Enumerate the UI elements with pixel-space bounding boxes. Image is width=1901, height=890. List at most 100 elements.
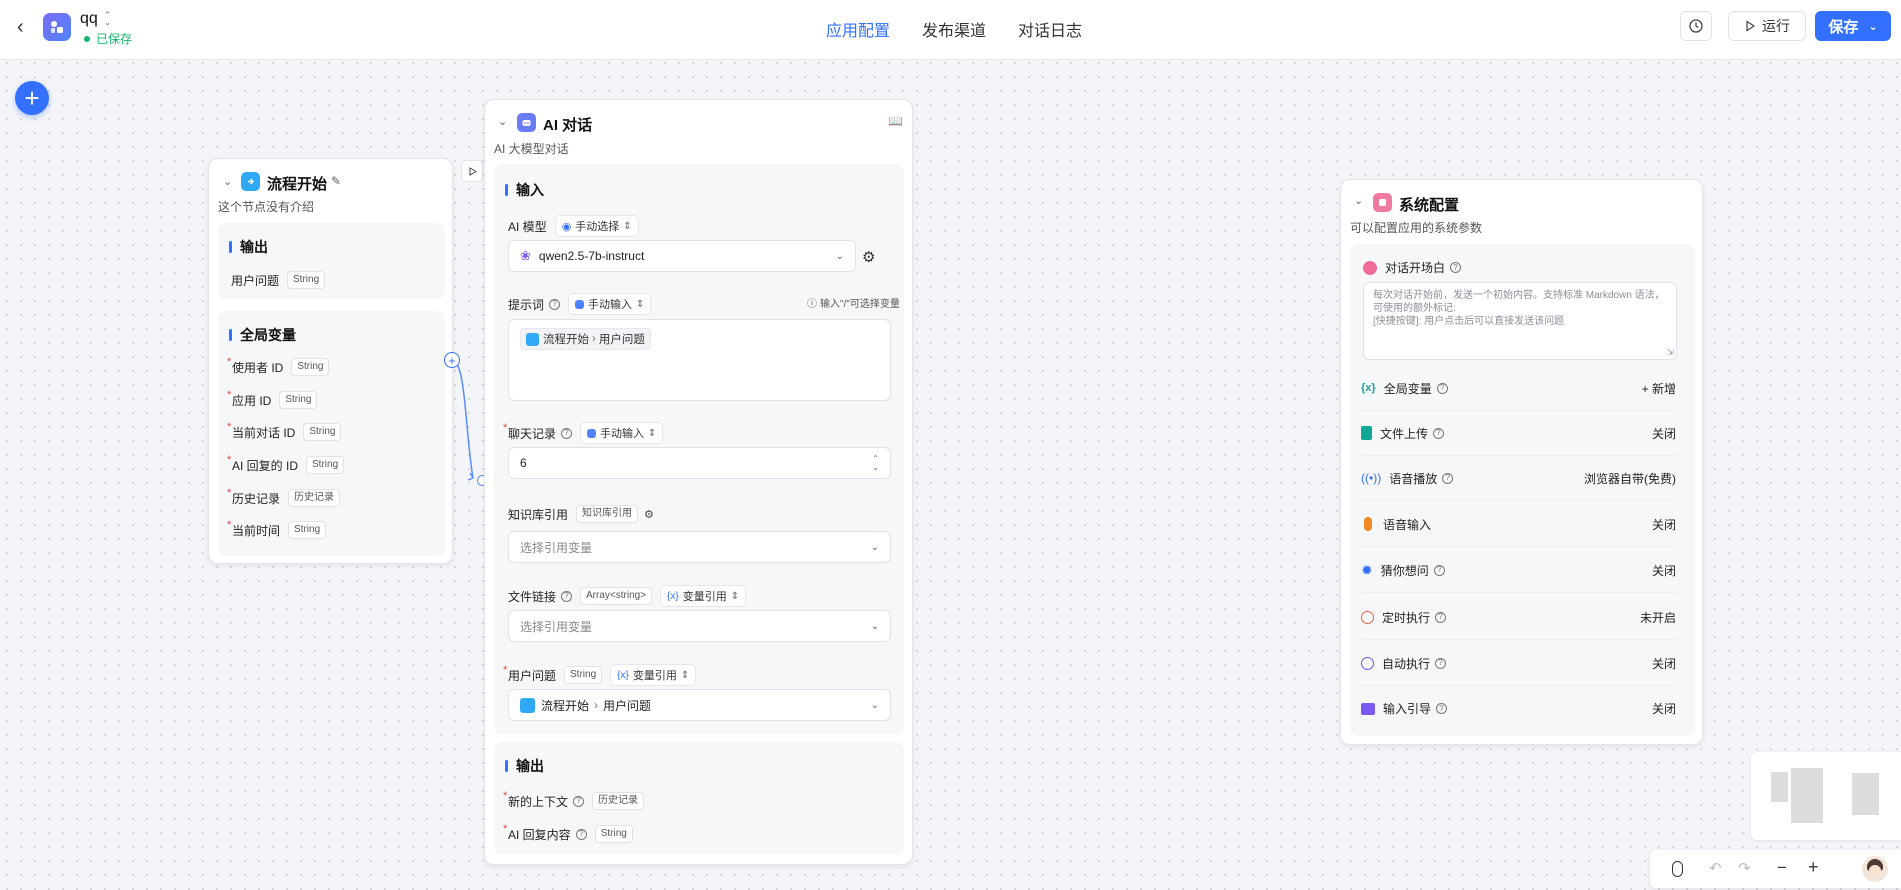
help-icon[interactable]: ?: [1433, 427, 1445, 439]
top-bar: ‹ qq ⌃ ⌄ 已保存 应用配置 发布渠道 对话日志 运行 保存 ⌄: [0, 0, 1901, 60]
sort-icon: ⇕: [730, 590, 740, 602]
sort-icon: ⇕: [648, 427, 657, 439]
sys-row-input-guide[interactable]: 输入引导 ? 关闭: [1361, 686, 1676, 731]
add-connection-handle[interactable]: +: [444, 352, 460, 368]
help-icon[interactable]: ?: [1435, 657, 1447, 669]
docs-book-icon[interactable]: 📖: [888, 114, 903, 128]
history-number-input[interactable]: 6 ⌃ ⌄: [508, 447, 891, 479]
help-icon[interactable]: ?: [1433, 564, 1445, 576]
sys-row-value: 关闭: [1651, 517, 1676, 532]
app-name: qq: [80, 10, 98, 27]
sys-row-label: 语音输入: [1383, 517, 1432, 532]
output-field: 用户问题 String: [231, 271, 326, 289]
sys-row-value[interactable]: + 新增: [1642, 380, 1676, 397]
help-icon[interactable]: ?: [549, 298, 561, 310]
play-icon: [469, 166, 477, 176]
broadcast-icon: ((•)): [1361, 471, 1382, 485]
help-icon[interactable]: ?: [1436, 382, 1448, 394]
back-arrow-icon[interactable]: ‹: [17, 16, 24, 39]
help-icon[interactable]: ?: [1442, 472, 1454, 484]
system-config-node[interactable]: ⌄ 系统配置 可以配置应用的系统参数 对话开场白 ? 每次对话开始前，发送一个初…: [1340, 179, 1703, 745]
opening-textarea[interactable]: 每次对话开始前，发送一个初始内容。支持标准 Markdown 语法， 可使用的额…: [1363, 282, 1677, 360]
model-select[interactable]: ❀ qwen2.5-7b-instruct ⌄: [508, 240, 856, 272]
file-link-label: 文件链接: [508, 589, 557, 604]
debug-run-node-button[interactable]: [461, 160, 483, 182]
sys-row-scheduled-run[interactable]: 定时执行 ? 未开启: [1361, 595, 1676, 640]
opening-placeholder-line: 可使用的额外标记:: [1373, 303, 1456, 314]
resize-handle-icon[interactable]: ⇲: [1666, 346, 1674, 359]
prompt-hint-label: 输入"/"可选择变量: [820, 299, 900, 310]
save-button[interactable]: 保存 ⌄: [1815, 11, 1891, 41]
number-stepper-icon[interactable]: ⌃ ⌄: [872, 454, 879, 472]
tab-publish-channel[interactable]: 发布渠道: [922, 17, 986, 41]
help-icon[interactable]: ?: [573, 795, 585, 807]
ai-output-row: 新的上下文? 历史记录: [503, 790, 645, 810]
auto-run-icon: [1361, 656, 1374, 670]
sys-row-value: 关闭: [1651, 702, 1676, 716]
sys-row-label: 输入引导: [1383, 702, 1432, 716]
help-icon[interactable]: ?: [561, 590, 573, 602]
global-var-row: AI 回复的 ID String: [227, 454, 345, 474]
model-mode-select[interactable]: ◉ 手动选择 ⇕: [554, 215, 639, 237]
sys-row-voice-input[interactable]: 语音输入 关闭: [1361, 502, 1676, 547]
redo-icon[interactable]: ↷: [1738, 859, 1751, 877]
assistant-avatar[interactable]: [1862, 856, 1888, 882]
user-question-mode-select[interactable]: {x} 变量引用 ⇕: [610, 664, 697, 686]
chevron-down-icon: ⌄: [835, 250, 844, 262]
global-var-type: String: [279, 391, 318, 409]
prompt-mode-select[interactable]: 手动输入 ⇕: [568, 293, 652, 315]
collapse-chevron-icon[interactable]: ⌄: [1354, 194, 1363, 207]
history-mode-select[interactable]: 手动输入 ⇕: [580, 422, 664, 444]
sys-row-file-upload[interactable]: 文件上传 ? 关闭: [1361, 411, 1676, 456]
question-ref-field: 用户问题: [603, 698, 652, 713]
global-var-type: String: [303, 423, 342, 441]
mouse-mode-icon[interactable]: [1672, 861, 1683, 877]
history-mode-label: 手动输入: [600, 428, 645, 440]
system-settings-section: 对话开场白 ? 每次对话开始前，发送一个初始内容。支持标准 Markdown 语…: [1350, 244, 1695, 736]
alarm-clock-icon: [1361, 610, 1374, 624]
zoom-out-icon[interactable]: −: [1777, 858, 1787, 878]
tab-app-config[interactable]: 应用配置: [826, 17, 890, 41]
undo-icon[interactable]: ↶: [1709, 859, 1722, 877]
sys-row-global-variables[interactable]: {x} 全局变量 ? + 新增: [1361, 366, 1676, 411]
save-status: 已保存: [84, 30, 132, 47]
ai-output-title: 输出: [505, 756, 544, 776]
kb-variable-select[interactable]: 选择引用变量 ⌄: [508, 531, 891, 563]
prompt-variable-chip[interactable]: 流程开始 › 用户问题: [520, 328, 651, 350]
ai-chat-node[interactable]: ⌄ AI 对话 📖 AI 大模型对话 输入 AI 模型 ◉ 手动选择 ⇕ ❀ qwe…: [484, 99, 913, 865]
tab-chat-logs[interactable]: 对话日志: [1018, 17, 1082, 41]
help-icon[interactable]: ?: [561, 427, 573, 439]
sys-row-voice-playback[interactable]: ((•)) 语音播放 ? 浏览器自带(免费): [1361, 456, 1676, 501]
kb-settings-gear-icon[interactable]: ⚙: [644, 508, 654, 521]
minimap[interactable]: [1751, 752, 1901, 840]
help-icon[interactable]: ?: [1435, 611, 1447, 623]
knowledge-base-field: 知识库引用 知识库引用 ⚙: [508, 505, 654, 523]
sort-icon: ⇕: [636, 298, 645, 310]
app-name-switcher[interactable]: qq ⌃ ⌄: [80, 10, 111, 28]
edit-icon[interactable]: ✎: [331, 174, 341, 188]
model-settings-gear-icon[interactable]: ⚙: [862, 248, 875, 266]
avatar-face: [1869, 865, 1881, 876]
info-icon: ⓘ: [807, 299, 817, 310]
sys-row-auto-run[interactable]: 自动执行 ? 关闭: [1361, 641, 1676, 686]
run-button[interactable]: 运行: [1728, 11, 1806, 41]
history-button[interactable]: [1680, 11, 1712, 41]
start-node[interactable]: ⌄ 流程开始 ✎ 这个节点没有介绍 输出 用户问题 String 全局变量 使用…: [208, 158, 453, 564]
add-node-button[interactable]: +: [15, 81, 49, 115]
global-var-type: 历史记录: [288, 489, 341, 507]
zoom-in-icon[interactable]: +: [1808, 857, 1819, 878]
help-icon[interactable]: ?: [1436, 703, 1448, 714]
flow-start-icon: [526, 332, 539, 346]
collapse-chevron-icon[interactable]: ⌄: [223, 175, 232, 188]
help-icon[interactable]: ?: [575, 828, 587, 840]
sys-row-guess-questions[interactable]: ✹ 猜你想问 ? 关闭: [1361, 548, 1676, 593]
prompt-editor[interactable]: 流程开始 › 用户问题: [508, 319, 891, 401]
file-link-variable-select[interactable]: 选择引用变量 ⌄: [508, 610, 891, 642]
user-question-tag: String: [564, 666, 603, 684]
input-title: 输入: [505, 180, 544, 200]
file-link-mode-select[interactable]: {x} 变量引用 ⇕: [660, 585, 747, 607]
collapse-chevron-icon[interactable]: ⌄: [498, 115, 507, 128]
user-question-variable-select[interactable]: 流程开始 › 用户问题 ⌄: [508, 689, 891, 721]
help-icon[interactable]: ?: [1450, 262, 1462, 273]
run-label: 运行: [1762, 18, 1790, 34]
